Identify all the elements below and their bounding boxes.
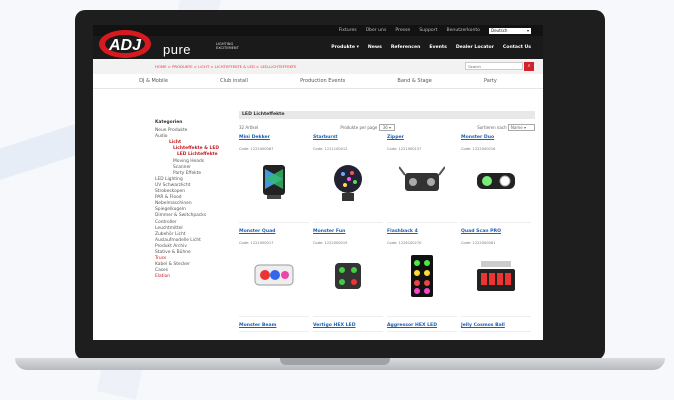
product-card[interactable]: Starburst Code: 1211100412 — [313, 133, 383, 223]
primary-nav-links: Produkte ▾ News Referencen Events Dealer… — [331, 45, 531, 50]
listing-options: 32 Artikel Produkte per page 36 ▾ Sortie… — [239, 124, 535, 133]
product-name-link[interactable]: Quad Scan PRO — [461, 229, 531, 234]
product-name-link[interactable]: Jelly Cosmos Ball — [461, 323, 531, 328]
tab-band-stage[interactable]: Band & Stage — [397, 78, 431, 84]
product-card[interactable]: Zipper Code: 1221900157 — [387, 133, 457, 223]
tab-production-events[interactable]: Production Events — [300, 78, 345, 84]
fun-icon[interactable] — [325, 253, 371, 299]
item-count: 32 Artikel — [239, 125, 259, 130]
product-code: Code: 1211100412 — [313, 147, 348, 151]
per-page-label: Produkte per page — [340, 125, 378, 130]
product-card[interactable]: Quad Scan PRO Code: 1222000081 — [461, 227, 531, 317]
product-code: Code: 1222400087 — [239, 147, 274, 151]
nav-produkte[interactable]: Produkte ▾ — [331, 45, 359, 50]
product-name-link[interactable]: Monster Duo — [461, 135, 531, 140]
per-page-control: Produkte per page 36 ▾ — [340, 124, 396, 133]
search-button[interactable]: ⌕ — [524, 62, 534, 71]
nav-news[interactable]: News — [368, 45, 382, 50]
product-card[interactable]: Mini Dekker Code: 1222400087 — [239, 133, 309, 223]
per-page-select[interactable]: 36 ▾ — [378, 124, 396, 131]
dekker-icon[interactable] — [251, 159, 297, 205]
product-name-link[interactable]: Monster Beam — [239, 323, 309, 328]
flashback-icon[interactable] — [399, 253, 445, 299]
language-select[interactable]: Deutsch ▾ — [489, 27, 531, 34]
product-card[interactable]: Monster Quad Code: 1222000017 — [239, 227, 309, 317]
product-listing: LED Lichteffekte 32 Artikel Produkte per… — [239, 111, 535, 332]
sidebar-list: Neue Produkte Audio Licht Lichteffekte & LE… — [155, 128, 233, 280]
laptop-notch — [280, 358, 390, 365]
top-link-support[interactable]: Support — [419, 28, 437, 33]
duo-icon[interactable] — [473, 159, 519, 205]
product-card[interactable]: Monster Duo Code: 1222000016 — [461, 133, 531, 223]
main-nav: ADJ pure LIGHTING EXCITEMENT Produkte ▾ … — [93, 30, 543, 59]
brand-tagline: LIGHTING EXCITEMENT — [216, 42, 239, 51]
product-name-link[interactable]: Flashback 4 — [387, 229, 457, 234]
tab-party[interactable]: Party — [484, 78, 497, 84]
scan-icon[interactable] — [473, 253, 519, 299]
zipper-icon[interactable] — [398, 159, 446, 205]
brand-name: pure — [163, 42, 192, 57]
product-name-link[interactable]: Monster Fun — [313, 229, 383, 234]
product-grid: Mini Dekker Code: 1222400087 Starburst Code… — [239, 133, 535, 332]
category-tabs: DJ & Mobile Club install Production Even… — [93, 74, 543, 89]
logo-text: ADJ — [108, 37, 142, 54]
product-card[interactable]: Flashback 4 Code: 1226100270 — [387, 227, 457, 317]
nav-referencen[interactable]: Referencen — [391, 45, 421, 50]
sidebar-heading: Kategorien — [155, 120, 183, 125]
product-code: Code: 1226100270 — [387, 241, 422, 245]
product-name-link[interactable]: Aggressor HEX LED — [387, 323, 457, 328]
product-card[interactable]: Monster Fun Code: 1222000019 — [313, 227, 383, 317]
product-card[interactable]: Vertigo HEX LED — [313, 321, 383, 332]
product-name-link[interactable]: Vertigo HEX LED — [313, 323, 383, 328]
search-icon: ⌕ — [527, 63, 531, 69]
sort-select[interactable]: Name ▾ — [507, 124, 535, 131]
sort-value: Name — [510, 125, 523, 130]
product-name-link[interactable]: Zipper — [387, 135, 457, 140]
product-name-link[interactable]: Mini Dekker — [239, 135, 309, 140]
tab-club-install[interactable]: Club install — [220, 78, 248, 84]
tab-dj-mobile[interactable]: DJ & Mobile — [139, 78, 168, 84]
category-sidebar: Kategorien Neue Produkte Audio Licht Lichte… — [155, 120, 233, 280]
product-code: Code: 1222000081 — [461, 241, 496, 245]
top-link-account[interactable]: Benutzerkonto — [446, 28, 480, 33]
product-code: Code: 1221900157 — [387, 147, 422, 151]
product-code: Code: 1222000017 — [239, 241, 274, 245]
product-name-link[interactable]: Starburst — [313, 135, 383, 140]
search-input[interactable] — [465, 62, 523, 70]
product-code: Code: 1222000019 — [313, 241, 348, 245]
nav-events[interactable]: Events — [429, 45, 446, 50]
breadcrumb-bar: HOME > PRODUKTE > LICHT > LICHTEFFEKTE &… — [93, 59, 543, 74]
tagline-line: EXCITEMENT — [216, 46, 239, 51]
sort-control: Sortieren nach Name ▾ — [477, 124, 535, 133]
listing-heading: LED Lichteffekte — [239, 111, 535, 119]
language-value: Deutsch — [491, 28, 508, 33]
adj-logo[interactable]: ADJ — [97, 25, 153, 60]
product-code: Code: 1222000016 — [461, 147, 496, 151]
nav-dealer-locator[interactable]: Dealer Locator — [456, 45, 494, 50]
product-card[interactable]: Aggressor HEX LED — [387, 321, 457, 332]
top-link-press[interactable]: Presse — [395, 28, 410, 33]
quad-icon[interactable] — [251, 253, 297, 299]
sidebar-item[interactable]: Elation — [155, 274, 233, 280]
per-page-value: 36 — [382, 125, 388, 130]
product-name-link[interactable]: Monster Quad — [239, 229, 309, 234]
product-card[interactable]: Monster Beam — [239, 321, 309, 332]
top-link-fixtures[interactable]: Fixtures — [339, 28, 357, 33]
top-utility-bar: Fixtures Über uns Presse Support Benutze… — [93, 25, 543, 36]
nav-contact[interactable]: Contact Us — [503, 45, 531, 50]
chevron-down-icon: ▾ — [526, 28, 529, 33]
sort-label: Sortieren nach — [477, 125, 507, 130]
starburst-icon[interactable] — [325, 159, 371, 205]
breadcrumb[interactable]: HOME > PRODUKTE > LICHT > LICHTEFFEKTE &… — [155, 64, 296, 69]
product-card[interactable]: Jelly Cosmos Ball — [461, 321, 531, 332]
top-link-about[interactable]: Über uns — [366, 28, 387, 33]
